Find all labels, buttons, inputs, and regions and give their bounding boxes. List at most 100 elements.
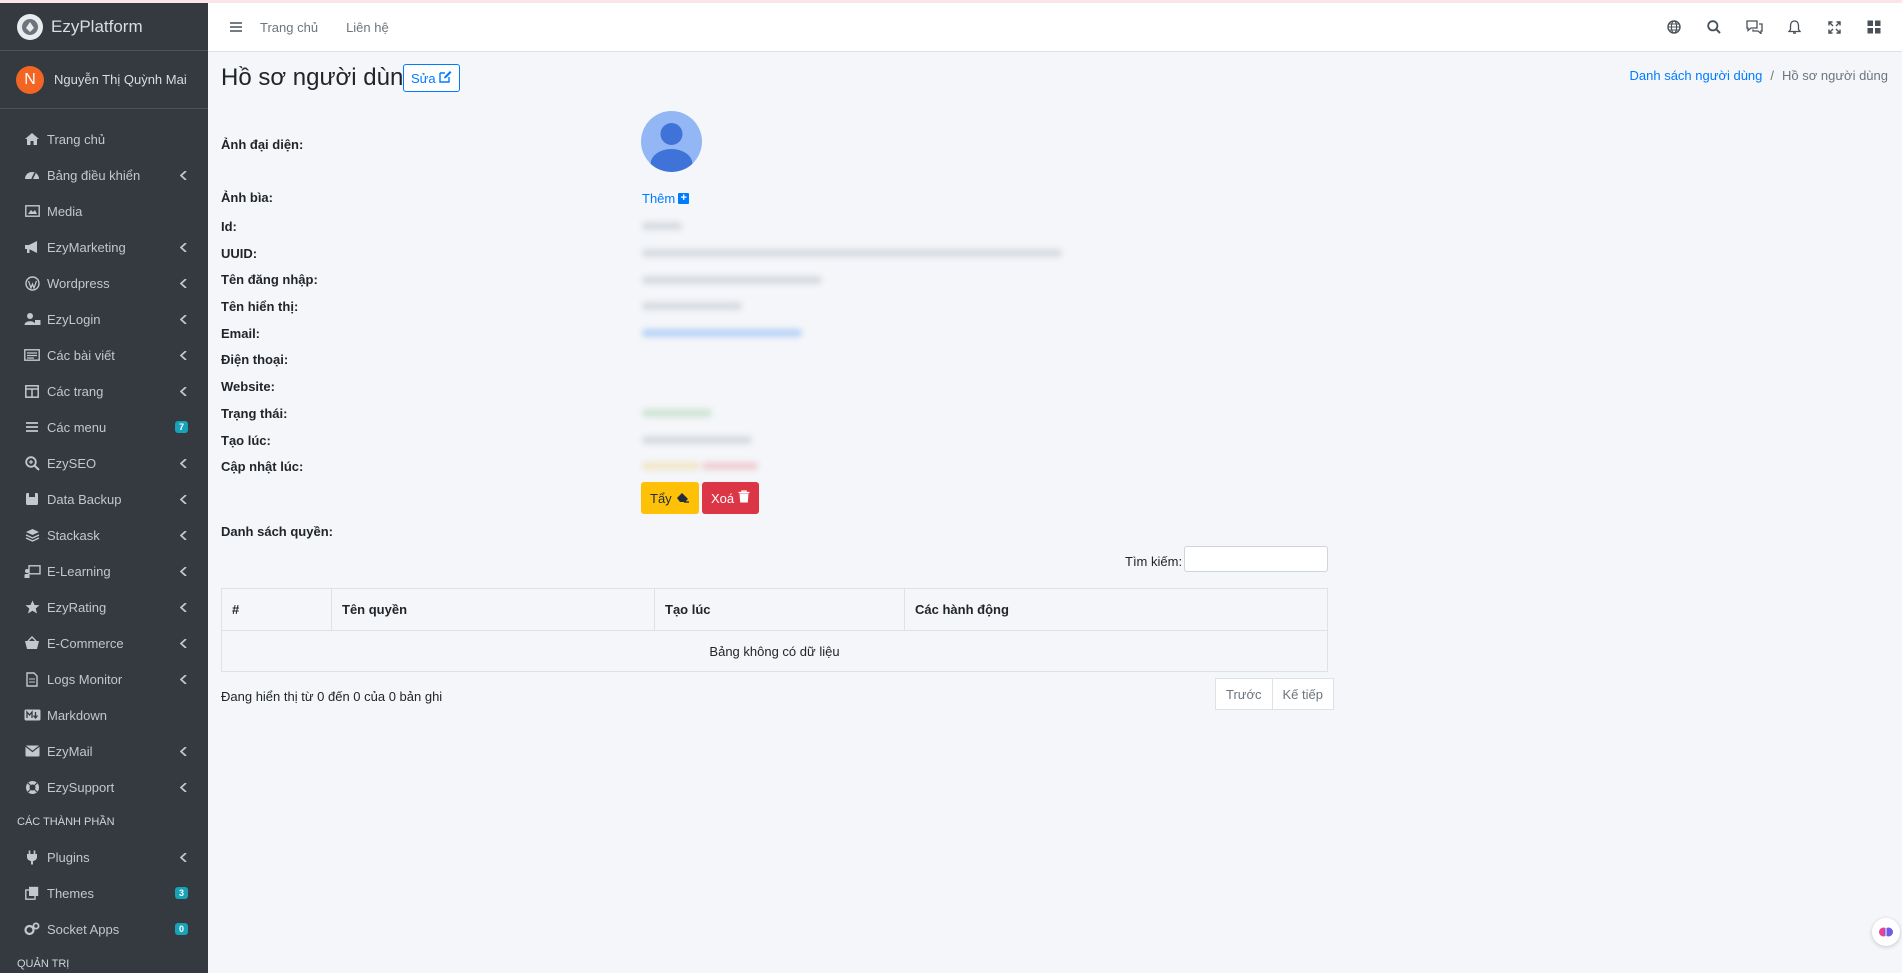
label-phone: Điện thoại:	[221, 352, 289, 367]
star-icon	[23, 598, 41, 616]
label-website: Website:	[221, 379, 275, 394]
sidebar-item-media[interactable]: Media	[0, 193, 208, 229]
label-email: Email:	[221, 326, 261, 341]
comments-icon[interactable]	[1734, 7, 1774, 47]
globe-icon[interactable]	[1654, 7, 1694, 47]
markdown-icon	[23, 706, 41, 724]
sidebar-item-pages[interactable]: Các trang	[0, 373, 208, 409]
empty-table-message: Bảng không có dữ liệu	[221, 630, 1328, 672]
sidebar-item-home[interactable]: Trang chủ	[0, 121, 208, 157]
sidebar-nav: Trang chủ Bảng điều khiển Media EzyMarke…	[0, 109, 208, 973]
socket-apps-count-badge: 0	[174, 923, 188, 935]
next-page-button[interactable]: Kế tiếp	[1272, 678, 1334, 710]
redacted-value	[642, 409, 712, 417]
permissions-table: # Tên quyền Tạo lúc Các hành động Bảng k…	[221, 588, 1328, 672]
sidebar-item-wordpress[interactable]: Wordpress	[0, 265, 208, 301]
chevron-left-icon	[178, 602, 188, 612]
breadcrumb-user-list-link[interactable]: Danh sách người dùng	[1630, 68, 1763, 83]
section-header-admin: QUẢN TRỊ	[17, 958, 70, 970]
columns-icon	[23, 382, 41, 400]
bars-icon	[23, 418, 41, 436]
label-username: Tên đăng nhập:	[221, 272, 318, 287]
menu-toggle-icon[interactable]	[226, 17, 246, 37]
add-cover-button[interactable]: Thêm +	[642, 191, 690, 206]
column-header-created-at[interactable]: Tạo lúc	[654, 588, 905, 631]
teacher-icon	[23, 562, 41, 580]
label-id: Id:	[221, 219, 237, 234]
trash-icon	[738, 490, 750, 506]
main-content: Hồ sơ người dùng Sửa Danh sách người dùn…	[208, 52, 1902, 973]
clone-icon	[23, 884, 41, 902]
sidebar-item-socket-apps[interactable]: Socket Apps 0	[0, 911, 208, 947]
home-icon	[23, 130, 41, 148]
brain-assistant-icon[interactable]	[1872, 918, 1900, 946]
permissions-search-input[interactable]	[1184, 546, 1328, 572]
column-header-index[interactable]: #	[221, 588, 332, 631]
sidebar-item-ezymarketing[interactable]: EzyMarketing	[0, 229, 208, 265]
chevron-left-icon	[178, 170, 188, 180]
chevron-left-icon	[178, 638, 188, 648]
table-info: Đang hiển thị từ 0 đến 0 của 0 bản ghi	[221, 689, 443, 704]
redacted-value	[642, 249, 1062, 257]
sidebar-item-elearning[interactable]: E-Learning	[0, 553, 208, 589]
wordpress-icon	[23, 274, 41, 292]
chevron-left-icon	[178, 314, 188, 324]
wipe-button[interactable]: Tẩy	[641, 482, 699, 514]
user-panel[interactable]: N Nguyễn Thị Quỳnh Mai	[0, 51, 208, 109]
sidebar-item-ecommerce[interactable]: E-Commerce	[0, 625, 208, 661]
chevron-left-icon	[178, 242, 188, 252]
label-uuid: UUID:	[221, 246, 258, 261]
label-display-name: Tên hiển thị:	[221, 299, 299, 314]
chevron-left-icon	[178, 674, 188, 684]
redacted-value	[702, 462, 758, 470]
table-header-row: # Tên quyền Tạo lúc Các hành động	[221, 588, 1328, 631]
chevron-left-icon	[178, 852, 188, 862]
redacted-value	[642, 302, 742, 310]
profile-avatar-icon[interactable]	[641, 111, 702, 172]
cogs-icon	[23, 920, 41, 938]
brand[interactable]: EzyPlatform	[0, 3, 208, 51]
sidebar-item-data-backup[interactable]: Data Backup	[0, 481, 208, 517]
archive-icon	[23, 490, 41, 508]
section-header-components: CÁC THÀNH PHẦN	[17, 816, 115, 828]
avatar: N	[16, 65, 44, 94]
life-ring-icon	[23, 778, 41, 796]
plug-icon	[23, 848, 41, 866]
chevron-left-icon	[178, 278, 188, 288]
column-header-actions: Các hành động	[904, 588, 1328, 631]
label-created-at: Tạo lúc:	[221, 433, 271, 448]
edit-button[interactable]: Sửa	[403, 64, 460, 92]
themes-count-badge: 3	[174, 887, 188, 899]
sidebar-item-ezyseo[interactable]: EzySEO	[0, 445, 208, 481]
sidebar-item-logs-monitor[interactable]: Logs Monitor	[0, 661, 208, 697]
bell-icon[interactable]	[1774, 7, 1814, 47]
chevron-left-icon	[178, 494, 188, 504]
sidebar-item-posts[interactable]: Các bài viết	[0, 337, 208, 373]
sidebar-item-dashboard[interactable]: Bảng điều khiển	[0, 157, 208, 193]
sidebar-item-ezymail[interactable]: EzyMail	[0, 733, 208, 769]
sidebar-item-markdown[interactable]: Markdown	[0, 697, 208, 733]
prev-page-button[interactable]: Trước	[1215, 678, 1273, 710]
sidebar: EzyPlatform N Nguyễn Thị Quỳnh Mai Trang…	[0, 3, 208, 973]
column-header-permission-name[interactable]: Tên quyền	[331, 588, 655, 631]
sidebar-item-ezylogin[interactable]: EzyLogin	[0, 301, 208, 337]
chevron-left-icon	[178, 386, 188, 396]
file-icon	[23, 670, 41, 688]
label-cover: Ảnh bìa:	[221, 190, 273, 205]
envelope-icon	[23, 742, 41, 760]
sidebar-item-stackask[interactable]: Stackask	[0, 517, 208, 553]
sidebar-item-plugins[interactable]: Plugins	[0, 839, 208, 875]
search-icon[interactable]	[1694, 7, 1734, 47]
delete-button[interactable]: Xoá	[702, 482, 760, 514]
expand-icon[interactable]	[1814, 7, 1854, 47]
nav-link-home[interactable]: Trang chủ	[260, 20, 318, 35]
sidebar-item-themes[interactable]: Themes 3	[0, 875, 208, 911]
sidebar-item-ezysupport[interactable]: EzySupport	[0, 769, 208, 805]
apps-icon[interactable]	[1854, 7, 1894, 47]
sidebar-item-menus[interactable]: Các menu 7	[0, 409, 208, 445]
basket-icon	[23, 634, 41, 652]
megaphone-icon	[23, 238, 41, 256]
sidebar-item-ezyrating[interactable]: EzyRating	[0, 589, 208, 625]
search-plus-icon	[23, 454, 41, 472]
nav-link-contact[interactable]: Liên hệ	[346, 20, 389, 35]
